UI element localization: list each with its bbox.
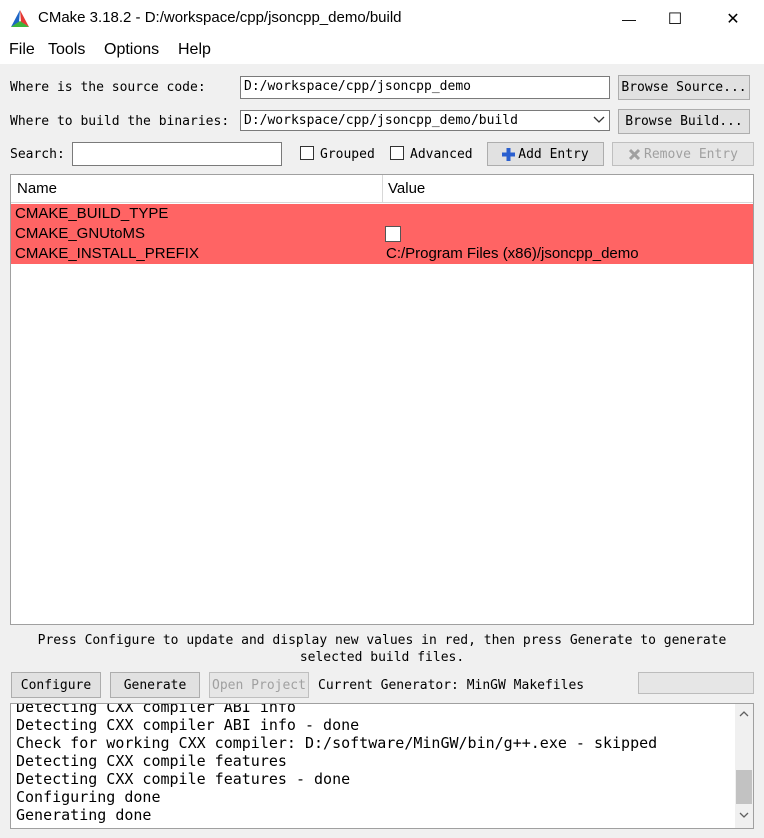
- remove-entry-button[interactable]: Remove Entry: [612, 142, 754, 166]
- menu-options[interactable]: Options: [104, 41, 159, 59]
- cmake-logo-icon: [11, 10, 29, 27]
- scroll-up-icon[interactable]: [739, 710, 749, 717]
- vertical-scrollbar[interactable]: [735, 704, 753, 828]
- log-line: Detecting CXX compiler ABI info: [16, 703, 296, 716]
- menu-tools[interactable]: Tools: [48, 41, 85, 59]
- cross-icon: [628, 148, 641, 160]
- scroll-down-icon[interactable]: [739, 812, 749, 819]
- log-line: Detecting CXX compile features - done: [16, 770, 351, 788]
- open-project-button[interactable]: Open Project: [209, 672, 309, 698]
- column-header-name[interactable]: Name: [17, 180, 57, 197]
- build-path-value: D:/workspace/cpp/jsoncpp_demo/build: [244, 113, 518, 128]
- build-path-combo[interactable]: D:/workspace/cpp/jsoncpp_demo/build: [240, 110, 610, 131]
- log-line: Detecting CXX compile features: [16, 752, 287, 770]
- add-entry-button[interactable]: Add Entry: [487, 142, 604, 166]
- source-label: Where is the source code:: [10, 80, 206, 95]
- add-entry-label: Add Entry: [518, 146, 589, 162]
- log-line: Detecting CXX compiler ABI info - done: [16, 716, 360, 734]
- menu-file[interactable]: File: [9, 41, 35, 59]
- configure-button[interactable]: Configure: [11, 672, 101, 698]
- remove-entry-label: Remove Entry: [644, 146, 738, 162]
- table-header: Name Value: [11, 175, 753, 203]
- hint-line-1: Press Configure to update and display ne…: [37, 633, 727, 648]
- generate-button[interactable]: Generate: [110, 672, 200, 698]
- search-label: Search:: [10, 147, 65, 162]
- hint-line-2: selected build files.: [299, 650, 465, 665]
- browse-source-button[interactable]: Browse Source...: [618, 75, 750, 100]
- grouped-label: Grouped: [320, 147, 375, 162]
- close-icon: ✕: [726, 11, 740, 28]
- search-input[interactable]: [72, 142, 282, 166]
- minimize-button[interactable]: —: [606, 0, 652, 38]
- progress-bar: [638, 672, 754, 694]
- close-button[interactable]: ✕: [710, 0, 756, 38]
- scrollbar-thumb[interactable]: [736, 770, 752, 804]
- hint-text: Press Configure to update and display ne…: [0, 632, 764, 666]
- chevron-down-icon[interactable]: [593, 116, 605, 124]
- row-value[interactable]: C:/Program Files (x86)/jsoncpp_demo: [386, 245, 639, 262]
- output-log[interactable]: Detecting CXX compiler ABI info Detectin…: [10, 703, 754, 829]
- row-name: CMAKE_BUILD_TYPE: [15, 205, 169, 222]
- browse-build-button[interactable]: Browse Build...: [618, 109, 750, 134]
- current-generator-text: Current Generator: MinGW Makefiles: [318, 678, 585, 693]
- value-checkbox[interactable]: [385, 226, 401, 242]
- table-row[interactable]: CMAKE_BUILD_TYPE: [11, 204, 753, 224]
- log-line: Generating done: [16, 806, 152, 824]
- source-path-input[interactable]: D:/workspace/cpp/jsoncpp_demo: [240, 76, 610, 99]
- minimize-icon: —: [622, 11, 636, 27]
- log-line: Configuring done: [16, 788, 161, 806]
- build-label: Where to build the binaries:: [10, 114, 230, 129]
- maximize-icon: ☐: [667, 11, 683, 28]
- cache-table[interactable]: Name Value CMAKE_BUILD_TYPE CMAKE_GNUtoM…: [10, 174, 754, 625]
- maximize-button[interactable]: ☐: [652, 0, 698, 38]
- advanced-checkbox[interactable]: [390, 146, 404, 160]
- grouped-checkbox[interactable]: [300, 146, 314, 160]
- row-name: CMAKE_INSTALL_PREFIX: [15, 245, 199, 262]
- column-header-value[interactable]: Value: [388, 180, 425, 197]
- table-row[interactable]: CMAKE_GNUtoMS: [11, 224, 753, 244]
- table-row[interactable]: CMAKE_INSTALL_PREFIX C:/Program Files (x…: [11, 244, 753, 264]
- advanced-label: Advanced: [410, 147, 473, 162]
- plus-icon: [502, 147, 516, 161]
- column-divider[interactable]: [382, 175, 383, 203]
- log-line: Check for working CXX compiler: D:/softw…: [16, 734, 658, 752]
- menu-help[interactable]: Help: [178, 41, 211, 59]
- row-name: CMAKE_GNUtoMS: [15, 225, 146, 242]
- window-title: CMake 3.18.2 - D:/workspace/cpp/jsoncpp_…: [38, 9, 402, 26]
